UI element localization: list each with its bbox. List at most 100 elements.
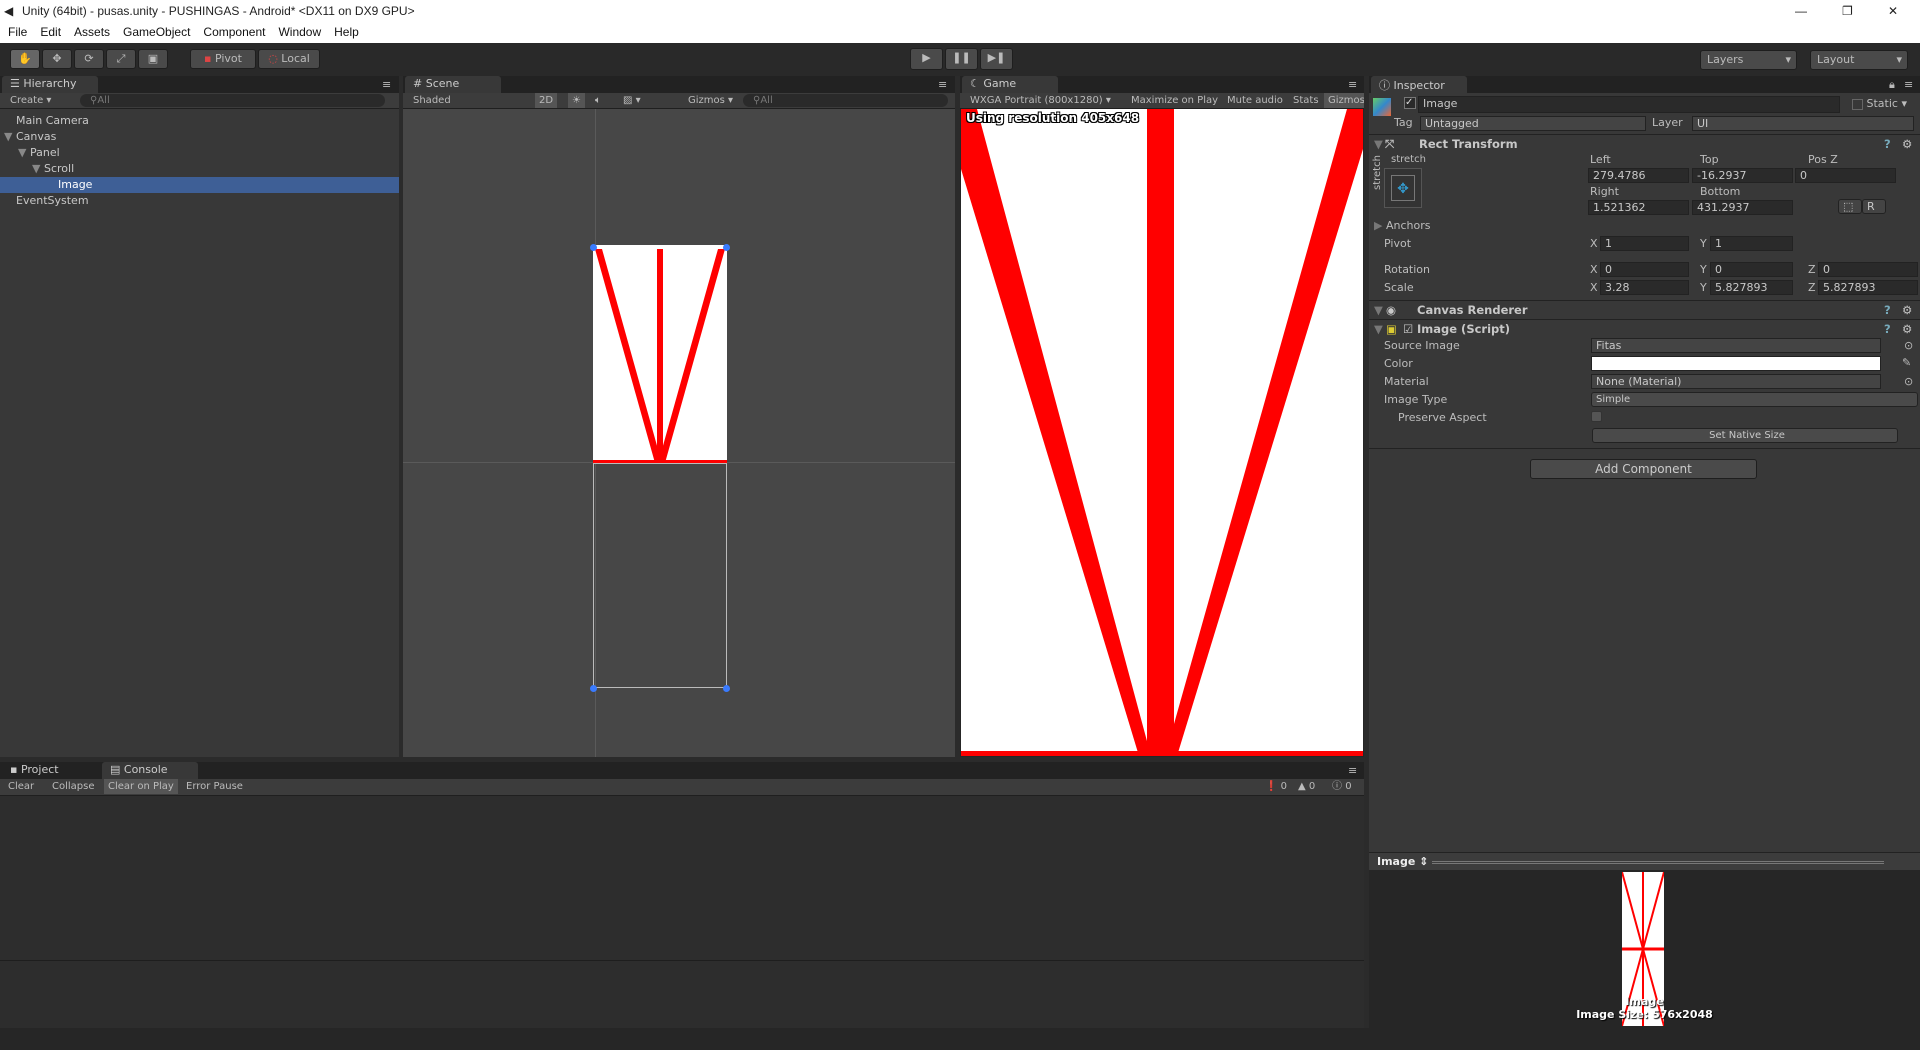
tab-game[interactable]: ☾ Game [962, 76, 1058, 93]
logs-toggle[interactable]: ⓘ 0 [1332, 779, 1352, 794]
canvas-renderer-header[interactable]: ▼ ◉ Canvas Renderer ? ⚙ [1369, 300, 1920, 318]
menu-file[interactable]: File [8, 22, 27, 43]
rotation-x-input[interactable]: 0 [1600, 262, 1689, 277]
collapse-arrow-icon[interactable]: ▼ [1374, 320, 1383, 338]
hierarchy-item[interactable]: ▼ Canvas [0, 129, 399, 145]
preview-drag-handle[interactable] [1432, 861, 1884, 864]
errors-toggle[interactable]: ❗ 0 [1265, 779, 1287, 794]
audio-icon[interactable]: 🔈︎ [595, 93, 601, 108]
mute-audio-toggle[interactable]: Mute audio [1227, 93, 1283, 108]
menu-edit[interactable]: Edit [40, 22, 61, 43]
lock-icon[interactable]: 🔒︎ [1889, 78, 1895, 92]
right-input[interactable]: 1.521362 [1588, 200, 1689, 215]
scene-search-input[interactable]: ⚲All [743, 94, 948, 107]
source-image-field[interactable]: Fitas [1591, 338, 1881, 353]
resolution-dropdown[interactable]: WXGA Portrait (800x1280) ▾ [970, 93, 1111, 108]
collapse-arrow-icon[interactable]: ▼ [1374, 135, 1383, 153]
tab-scene[interactable]: # Scene [405, 76, 501, 93]
object-picker-icon[interactable]: ⊙ [1904, 339, 1913, 352]
menu-gameobject[interactable]: GameObject [123, 22, 190, 43]
menu-component[interactable]: Component [203, 22, 265, 43]
tag-dropdown[interactable]: Untagged [1420, 116, 1646, 131]
material-field[interactable]: None (Material) [1591, 374, 1881, 389]
posz-input[interactable]: 0 [1795, 168, 1896, 183]
enabled-checkbox[interactable]: ☑ [1403, 320, 1413, 338]
gizmos-dropdown[interactable]: Gizmos ▾ [688, 93, 733, 108]
static-toggle[interactable]: Static ▾ [1852, 97, 1907, 110]
menu-window[interactable]: Window [278, 22, 321, 43]
hierarchy-item[interactable]: ▼ Scroll [0, 161, 399, 177]
scale-y-input[interactable]: 5.827893 [1710, 280, 1793, 295]
scene-view[interactable]: Shaded 2D ☀ 🔈︎ ▨ ▾ Gizmos ▾ ⚲All [403, 93, 955, 757]
left-input[interactable]: 279.4786 [1588, 168, 1689, 183]
scene-image-object[interactable] [593, 245, 727, 463]
panel-menu-icon[interactable]: ≡ [1348, 764, 1357, 777]
menu-assets[interactable]: Assets [74, 22, 110, 43]
help-icon[interactable]: ? [1884, 135, 1891, 153]
color-swatch[interactable] [1591, 356, 1881, 371]
help-icon[interactable]: ? [1884, 320, 1891, 338]
active-checkbox[interactable]: ✓ [1404, 97, 1416, 109]
eyedropper-icon[interactable]: ✎ [1902, 356, 1911, 369]
object-picker-icon[interactable]: ⊙ [1904, 375, 1913, 388]
anchor-presets-button[interactable]: ✥ [1384, 168, 1422, 208]
warnings-toggle[interactable]: ▲ 0 [1298, 779, 1315, 794]
play-button[interactable]: ▶ [910, 48, 943, 70]
2d-toggle[interactable]: 2D [535, 93, 558, 108]
pause-button[interactable]: ❚❚ [945, 48, 978, 70]
tab-console[interactable]: ▤ Console [102, 762, 198, 779]
clear-button[interactable]: Clear [4, 779, 38, 794]
image-type-dropdown[interactable]: Simple [1591, 392, 1918, 407]
add-component-button[interactable]: Add Component [1530, 459, 1757, 479]
gizmos-toggle[interactable]: Gizmos [1324, 93, 1364, 108]
static-checkbox[interactable] [1852, 98, 1863, 110]
rotation-z-input[interactable]: 0 [1818, 262, 1918, 277]
hand-tool-button[interactable]: ✋ [10, 49, 40, 69]
effects-icon[interactable]: ▨ ▾ [623, 93, 641, 108]
tab-inspector[interactable]: ⓘ Inspector [1371, 76, 1467, 93]
game-view[interactable]: WXGA Portrait (800x1280) ▾ Maximize on P… [960, 93, 1364, 757]
rotation-y-input[interactable]: 0 [1710, 262, 1793, 277]
move-tool-button[interactable]: ✥ [42, 49, 72, 69]
hierarchy-item[interactable]: Main Camera [0, 113, 399, 129]
blueprint-mode-button[interactable]: ⬚ [1838, 199, 1862, 214]
layout-dropdown[interactable]: Layout ▾ [1810, 50, 1908, 70]
preserve-aspect-checkbox[interactable] [1591, 411, 1602, 422]
tab-hierarchy[interactable]: ☰ Hierarchy [2, 76, 98, 93]
hierarchy-item[interactable]: EventSystem [0, 193, 399, 209]
lighting-icon[interactable]: ☀ [568, 93, 585, 108]
panel-menu-icon[interactable]: ≡ [1904, 78, 1913, 91]
bottom-input[interactable]: 431.2937 [1692, 200, 1793, 215]
layers-dropdown[interactable]: Layers ▾ [1700, 50, 1797, 70]
hierarchy-item[interactable]: ▼ Panel [0, 145, 399, 161]
pivot-y-input[interactable]: 1 [1710, 236, 1793, 251]
rect-transform-header[interactable]: ▼ ⤧ Rect Transform ? ⚙ [1369, 134, 1920, 152]
local-button[interactable]: ◌ Local [258, 49, 320, 69]
create-button[interactable]: Create ▾ [0, 95, 51, 106]
rect-handle[interactable] [723, 685, 730, 692]
maximize-on-play-toggle[interactable]: Maximize on Play [1131, 93, 1218, 108]
pivot-button[interactable]: ▪ Pivot [190, 49, 256, 69]
set-native-size-button[interactable]: Set Native Size [1592, 428, 1898, 443]
gear-icon[interactable]: ⚙ [1902, 135, 1912, 153]
minimize-button[interactable]: — [1795, 0, 1807, 22]
maximize-button[interactable]: ❐ [1842, 0, 1853, 22]
clear-on-play-toggle[interactable]: Clear on Play [104, 779, 178, 794]
panel-menu-icon[interactable]: ≡ [1348, 78, 1357, 91]
scale-z-input[interactable]: 5.827893 [1818, 280, 1918, 295]
console-splitter[interactable] [0, 960, 1364, 961]
layer-dropdown[interactable]: UI [1692, 116, 1914, 131]
rect-handle[interactable] [590, 685, 597, 692]
gear-icon[interactable]: ⚙ [1902, 320, 1912, 338]
rect-handle[interactable] [590, 244, 597, 251]
rect-handle[interactable] [723, 244, 730, 251]
scale-x-input[interactable]: 3.28 [1600, 280, 1689, 295]
rotate-tool-button[interactable]: ⟳ [74, 49, 104, 69]
step-button[interactable]: ▶❚ [980, 48, 1013, 70]
object-name-input[interactable]: Image [1418, 96, 1840, 113]
preview-header[interactable]: Image ⇕ [1369, 852, 1920, 870]
gear-icon[interactable]: ⚙ [1902, 301, 1912, 319]
scale-tool-button[interactable]: ⤢ [106, 49, 136, 69]
rect-tool-button[interactable]: ▣ [138, 49, 168, 69]
panel-menu-icon[interactable]: ≡ [382, 78, 391, 91]
